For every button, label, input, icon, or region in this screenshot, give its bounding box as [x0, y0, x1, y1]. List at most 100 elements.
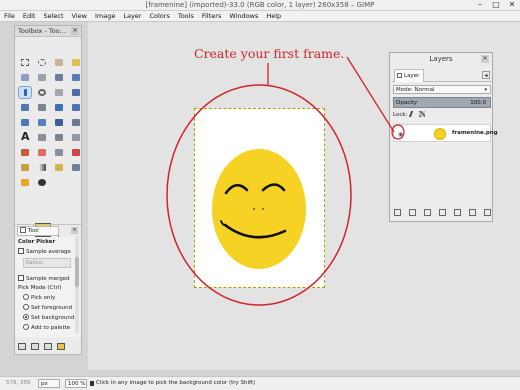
foreground-select-tool-icon[interactable] — [53, 72, 65, 83]
perspective-tool-icon[interactable] — [36, 117, 48, 128]
measure-tool-icon[interactable] — [53, 87, 65, 98]
lock-label: Lock: — [393, 112, 408, 118]
tab-layer-label: Layer — [404, 73, 420, 79]
pick-mode-add-to-palette[interactable]: Add to palette — [23, 324, 70, 331]
color-picker-tool-icon[interactable] — [18, 86, 32, 99]
anchor-layer-icon[interactable] — [469, 209, 476, 216]
pick-only-radio[interactable] — [23, 294, 29, 300]
dodge-burn-tool-icon[interactable] — [19, 177, 31, 188]
delete-layer-icon[interactable] — [484, 209, 491, 216]
flip-tool-icon[interactable] — [53, 117, 65, 128]
radius-slider[interactable]: Radius — [23, 258, 71, 268]
ink-tool-icon[interactable] — [70, 147, 82, 158]
shear-tool-icon[interactable] — [19, 117, 31, 128]
tab-layer[interactable]: Layer — [394, 69, 424, 82]
layer-row[interactable]: ◉ framenine.png — [393, 124, 498, 142]
cage-transform-tool-icon[interactable] — [70, 117, 82, 128]
duplicate-layer-icon[interactable] — [454, 209, 461, 216]
new-layer-icon[interactable] — [394, 209, 401, 216]
statusbar: 578, 356 px 100 % Click in any image to … — [0, 376, 520, 390]
pick-mode-set-background[interactable]: Set background — [23, 314, 74, 321]
smudge-tool-icon[interactable] — [70, 162, 82, 173]
eraser-tool-icon[interactable] — [36, 147, 48, 158]
lock-row: Lock: — [393, 111, 426, 120]
tab-tool-options[interactable]: Tool Options — [17, 226, 59, 243]
zoom-tool-icon[interactable] — [36, 87, 48, 98]
align-tool-icon[interactable] — [19, 102, 31, 113]
maximize-button[interactable]: □ — [490, 0, 502, 10]
heal-tool-icon[interactable] — [36, 132, 48, 143]
select-by-color-tool-icon[interactable] — [19, 72, 31, 83]
blur-tool-icon[interactable] — [36, 177, 48, 188]
menu-select[interactable]: Select — [43, 11, 63, 21]
scale-tool-icon[interactable] — [70, 102, 82, 113]
panel-menu-icon[interactable]: ◂ — [482, 71, 490, 79]
menu-help[interactable]: Help — [266, 11, 281, 21]
eye-icon[interactable]: ◉ — [398, 131, 403, 138]
menu-layer[interactable]: Layer — [123, 11, 141, 21]
paths-tool-icon[interactable] — [70, 72, 82, 83]
scrollbar-thumb[interactable] — [75, 257, 79, 287]
color-picker-icon — [90, 381, 94, 386]
lower-layer-icon[interactable] — [439, 209, 446, 216]
save-options-icon[interactable] — [18, 342, 26, 350]
rect-select-tool-icon[interactable] — [19, 57, 31, 68]
menu-edit[interactable]: Edit — [23, 11, 36, 21]
bucket-fill-tool-icon[interactable] — [19, 162, 31, 173]
add-to-palette-radio[interactable] — [23, 324, 29, 330]
pick-mode-set-foreground[interactable]: Set foreground — [23, 304, 72, 311]
opacity-label: Opacity — [396, 100, 418, 106]
fuzzy-select-tool-icon[interactable] — [70, 57, 82, 68]
menu-image[interactable]: Image — [95, 11, 115, 21]
delete-options-icon[interactable] — [44, 342, 52, 350]
pencil-tool-icon[interactable] — [53, 162, 65, 173]
restore-options-icon[interactable] — [31, 342, 39, 350]
status-message: Click in any image to pick the backgroun… — [96, 380, 256, 386]
pick-mode-label: Pick Mode (Ctrl) — [18, 285, 62, 291]
tool-options-scrollbar[interactable] — [75, 237, 79, 333]
blend-tool-icon[interactable] — [36, 162, 48, 173]
perspective-clone-tool-icon[interactable] — [70, 132, 82, 143]
tool-options-footer — [15, 340, 81, 352]
airbrush-tool-icon[interactable] — [53, 147, 65, 158]
menu-filters[interactable]: Filters — [202, 11, 221, 21]
minimize-button[interactable]: – — [474, 0, 486, 10]
sample-average-checkbox[interactable] — [18, 248, 24, 254]
opacity-slider[interactable]: Opacity 100.0 — [393, 97, 491, 108]
close-icon[interactable]: × — [481, 55, 489, 63]
toolbox-header: Toolbox - Too... × — [15, 26, 81, 37]
scissors-tool-icon[interactable] — [36, 72, 48, 83]
reset-options-icon[interactable] — [57, 342, 65, 350]
lock-alpha-icon[interactable] — [419, 111, 426, 117]
sample-average-option[interactable]: Sample average — [18, 248, 71, 255]
crop-tool-icon[interactable] — [36, 102, 48, 113]
close-button[interactable]: ✕ — [506, 0, 518, 10]
sample-merged-checkbox[interactable] — [18, 275, 24, 281]
zoom-select[interactable]: 100 % — [65, 379, 87, 388]
clone-tool-icon[interactable] — [53, 132, 65, 143]
layers-title: Layers — [429, 55, 453, 63]
pick-mode-pick-only[interactable]: Pick only — [23, 294, 55, 301]
menu-file[interactable]: File — [4, 11, 15, 21]
raise-layer-icon[interactable] — [424, 209, 431, 216]
move-tool-icon[interactable] — [70, 87, 82, 98]
free-select-tool-icon[interactable] — [53, 57, 65, 68]
image-canvas[interactable] — [194, 108, 325, 288]
text-tool-icon[interactable]: A — [19, 130, 31, 143]
close-icon[interactable]: × — [71, 227, 78, 234]
close-icon[interactable]: × — [71, 27, 79, 35]
set-background-radio[interactable] — [23, 314, 29, 320]
menu-colors[interactable]: Colors — [149, 11, 169, 21]
menu-view[interactable]: View — [72, 11, 87, 21]
menu-tools[interactable]: Tools — [178, 11, 194, 21]
unit-select[interactable]: px — [38, 379, 60, 388]
sample-merged-option[interactable]: Sample merged — [18, 275, 70, 282]
paintbrush-tool-icon[interactable] — [19, 147, 31, 158]
menu-windows[interactable]: Windows — [229, 11, 258, 21]
mode-select[interactable]: Mode: Normal ▾ — [393, 85, 491, 94]
rotate-tool-icon[interactable] — [53, 102, 65, 113]
new-group-icon[interactable] — [409, 209, 416, 216]
set-foreground-radio[interactable] — [23, 304, 29, 310]
lock-pixels-icon[interactable] — [409, 111, 418, 117]
ellipse-select-tool-icon[interactable] — [36, 57, 48, 68]
